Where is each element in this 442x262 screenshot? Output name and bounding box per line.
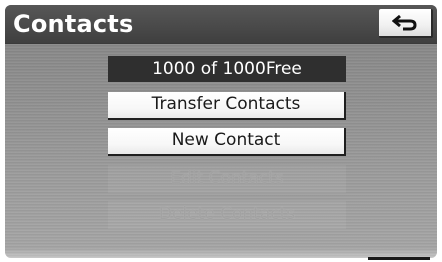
contacts-screen: Contacts 1000 of 1000Free Transfer Conta… (5, 5, 437, 258)
delete-contacts-button: Delete Contacts (108, 201, 346, 229)
back-button[interactable] (379, 9, 433, 38)
delete-contacts-label: Delete Contacts (158, 204, 296, 224)
edit-contacts-label: Edit Contacts (170, 168, 284, 188)
new-contact-button[interactable]: New Contact (108, 128, 346, 156)
title-bar: Contacts (5, 5, 437, 44)
edit-contacts-button: Edit Contacts (108, 165, 346, 193)
transfer-contacts-button[interactable]: Transfer Contacts (108, 92, 346, 120)
screen-title: Contacts (13, 10, 134, 38)
new-contact-label: New Contact (171, 130, 281, 150)
return-arrow-icon (392, 14, 418, 32)
bottom-edge-mark (368, 257, 430, 260)
memory-status: 1000 of 1000Free (108, 56, 346, 82)
transfer-contacts-label: Transfer Contacts (151, 94, 301, 114)
